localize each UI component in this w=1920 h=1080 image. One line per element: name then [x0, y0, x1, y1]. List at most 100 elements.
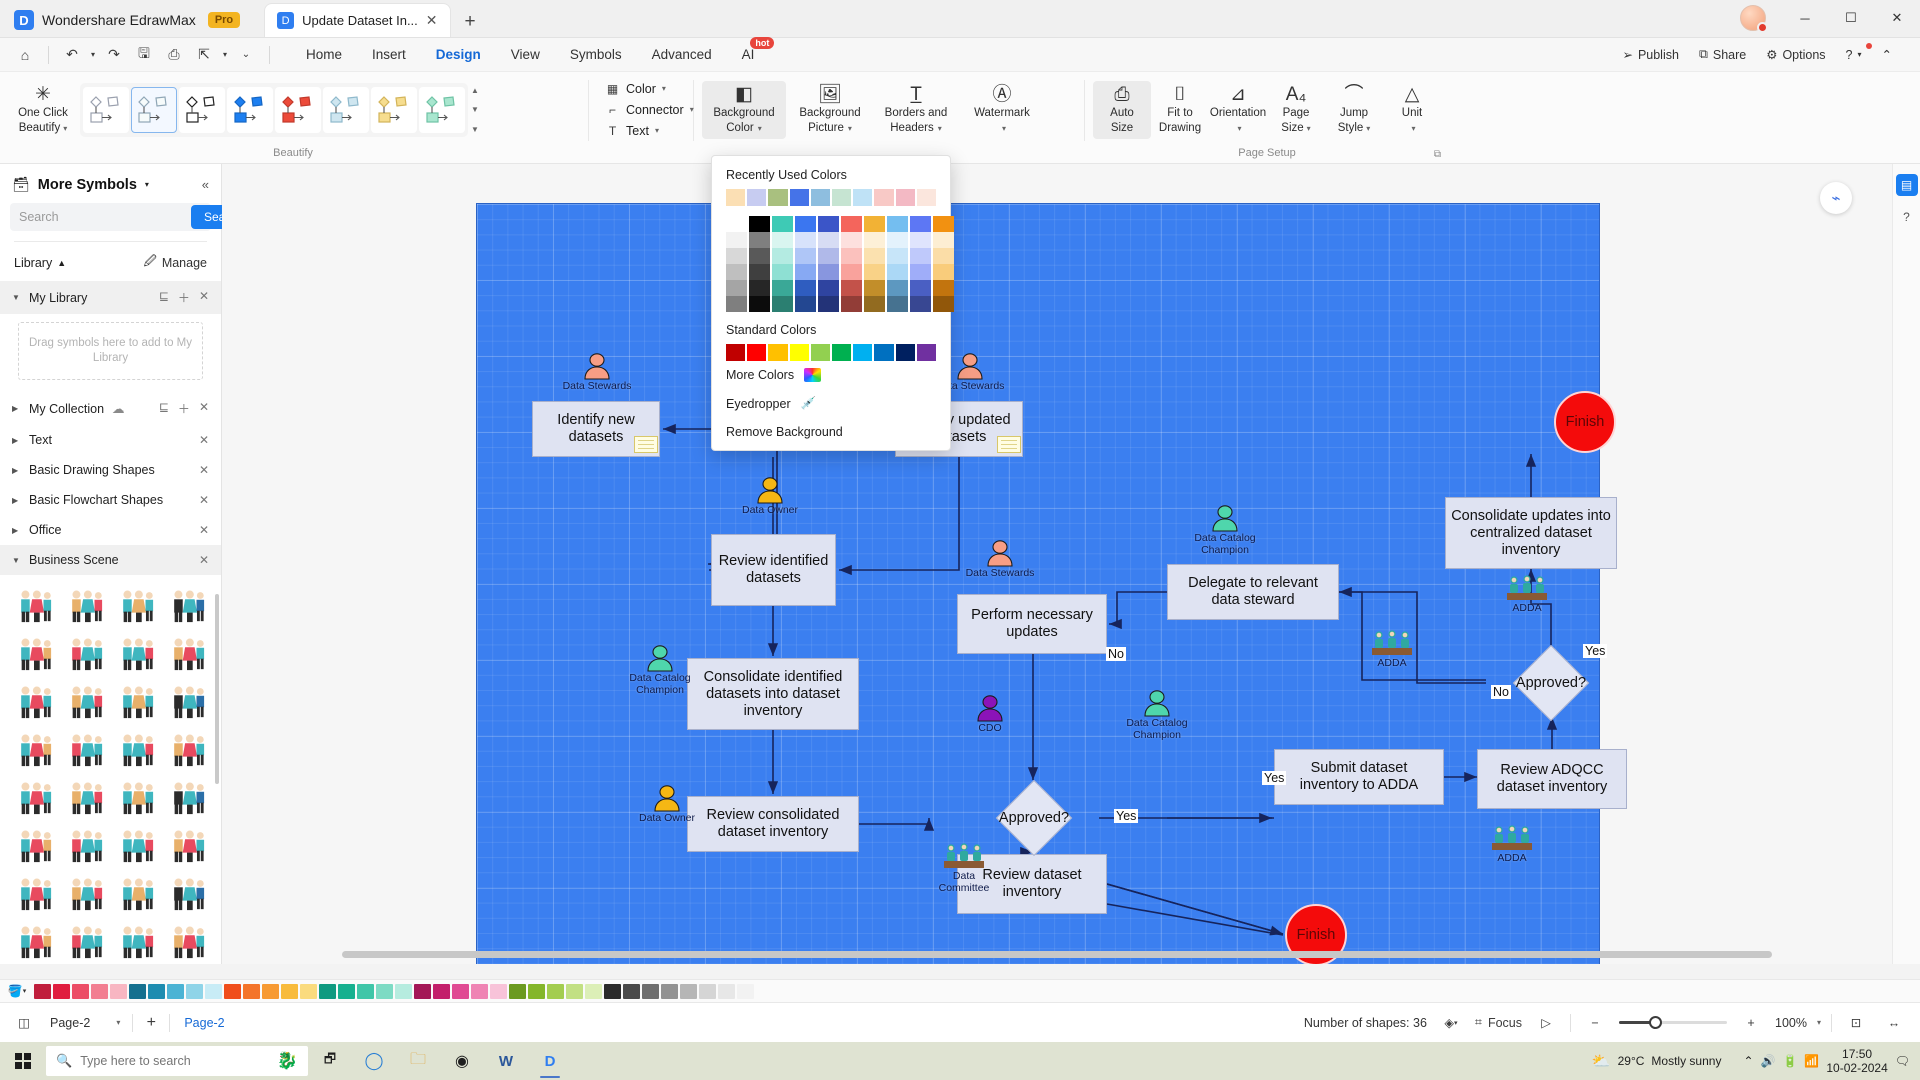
weather-description[interactable]: Mostly sunny	[1651, 1054, 1721, 1068]
zoom-slider-handle[interactable]	[1649, 1016, 1662, 1029]
export-dropdown-icon[interactable]: ▾	[219, 42, 231, 68]
zoom-in-button[interactable]: +	[1737, 1010, 1765, 1036]
business-scene-symbol[interactable]	[59, 581, 110, 629]
palette-color-37[interactable]	[718, 983, 735, 999]
palette-color-14[interactable]	[281, 983, 298, 999]
standard-color-swatch-6[interactable]	[832, 344, 852, 361]
page-view-icon[interactable]: ◫	[10, 1010, 38, 1036]
search-input[interactable]	[10, 210, 189, 224]
layers-icon[interactable]: ◈ ▾	[1437, 1010, 1465, 1036]
beautify-style-1[interactable]	[83, 86, 129, 133]
business-scene-symbol[interactable]	[59, 677, 110, 725]
business-scene-symbol[interactable]	[8, 869, 59, 917]
palette-color-31[interactable]	[604, 983, 621, 999]
weather-temperature[interactable]: 29°C	[1618, 1054, 1645, 1068]
sidebar-category-basic-flowchart-shapes[interactable]: ▶ Basic Flowchart Shapes ✕	[0, 485, 221, 515]
business-scene-symbol[interactable]	[111, 821, 162, 869]
chevron-right-icon[interactable]: ▶	[12, 526, 21, 535]
theme-color-swatch-7-1[interactable]	[864, 216, 885, 232]
flowchart-node-review-identified-datasets[interactable]: Review identified datasets	[711, 534, 836, 606]
chevron-up-icon[interactable]: ▲	[57, 258, 66, 268]
chevrons-left-icon[interactable]: «	[202, 177, 209, 192]
business-scene-symbol[interactable]	[59, 821, 110, 869]
one-click-beautify-button[interactable]: ✳ One Click Beautify ▾	[6, 81, 80, 139]
minimize-button[interactable]: ─	[1782, 0, 1828, 37]
theme-color-swatch-10-1[interactable]	[933, 216, 954, 232]
business-scene-symbol[interactable]	[59, 725, 110, 773]
document-tab[interactable]: D Update Dataset In... ✕	[264, 3, 451, 37]
theme-color-swatch-3-3[interactable]	[772, 248, 793, 264]
business-scene-symbol[interactable]	[162, 773, 213, 821]
business-scene-symbol[interactable]	[162, 725, 213, 773]
theme-color-swatch-6-1[interactable]	[841, 216, 862, 232]
chevron-down-icon[interactable]: ▾	[1237, 122, 1241, 135]
theme-color-swatch-6-5[interactable]	[841, 280, 862, 296]
theme-color-swatch-1-4[interactable]	[726, 264, 747, 280]
close-icon[interactable]: ✕	[199, 553, 209, 567]
chevron-down-icon[interactable]: ▾	[1411, 122, 1415, 135]
theme-color-swatch-5-3[interactable]	[818, 248, 839, 264]
chevron-right-icon[interactable]: ▶	[12, 496, 21, 505]
palette-color-33[interactable]	[642, 983, 659, 999]
palette-color-12[interactable]	[243, 983, 260, 999]
gallery-expand-icon[interactable]: ▼	[471, 123, 479, 136]
wifi-icon[interactable]: 📶	[1804, 1054, 1819, 1068]
palette-color-34[interactable]	[661, 983, 678, 999]
standard-color-swatch-7[interactable]	[853, 344, 873, 361]
chevron-down-icon[interactable]: ▼	[12, 556, 21, 565]
more-commands-icon[interactable]: ⌄	[231, 42, 261, 68]
palette-color-26[interactable]	[509, 983, 526, 999]
sticky-note-icon[interactable]	[634, 436, 658, 453]
background-color-button[interactable]: ◧ Background Color ▾	[702, 80, 786, 139]
flowchart-node-consolidate-identified[interactable]: Consolidate identified datasets into dat…	[687, 658, 859, 730]
recent-color-swatch-1[interactable]	[726, 189, 746, 206]
flowchart-node-review-dataset-inventory[interactable]: Review dataset inventory	[957, 854, 1107, 914]
flowchart-node-perform-necessary-updates[interactable]: Perform necessary updates	[957, 594, 1107, 654]
zoom-level-label[interactable]: 100%	[1775, 1016, 1807, 1030]
sidebar-category-basic-drawing-shapes[interactable]: ▶ Basic Drawing Shapes ✕	[0, 455, 221, 485]
right-rail-help-icon[interactable]: ?	[1896, 206, 1918, 228]
beautify-style-5[interactable]	[275, 86, 321, 133]
chevron-right-icon[interactable]: ▶	[12, 466, 21, 475]
jump-style-button[interactable]: ⌒ Jump Style ▾	[1325, 81, 1383, 139]
flowchart-node-consolidate-updates[interactable]: Consolidate updates into centralized dat…	[1445, 497, 1617, 569]
chevron-down-icon[interactable]: ▾	[1366, 122, 1370, 135]
gallery-scroll-up-icon[interactable]: ▲	[471, 84, 479, 97]
palette-color-8[interactable]	[167, 983, 184, 999]
standard-color-swatch-8[interactable]	[874, 344, 894, 361]
ribbon-tab-design[interactable]: Design	[422, 41, 495, 74]
edge-browser-icon[interactable]: ◯	[352, 1042, 396, 1080]
chevron-right-icon[interactable]: ▶	[12, 404, 21, 413]
battery-icon[interactable]: 🔋	[1782, 1054, 1797, 1068]
theme-color-swatch-2-6[interactable]	[749, 296, 770, 312]
play-icon[interactable]: ▷	[1532, 1010, 1560, 1036]
theme-color-swatch-9-2[interactable]	[910, 232, 931, 248]
background-picture-button[interactable]: 🖼 Background Picture ▾	[788, 81, 872, 139]
palette-color-24[interactable]	[471, 983, 488, 999]
palette-color-21[interactable]	[414, 983, 431, 999]
chevron-down-icon[interactable]: ▾	[848, 122, 852, 135]
sidebar-category-text[interactable]: ▶ Text ✕	[0, 425, 221, 455]
standard-color-swatch-5[interactable]	[810, 344, 831, 361]
business-scene-symbol[interactable]	[162, 629, 213, 677]
ribbon-tab-view[interactable]: View	[497, 41, 554, 68]
business-scene-symbol[interactable]	[162, 581, 213, 629]
standard-color-swatch-3[interactable]	[768, 344, 788, 361]
standard-color-swatch-4[interactable]	[789, 344, 809, 361]
business-scene-symbol[interactable]	[111, 581, 162, 629]
palette-color-18[interactable]	[357, 983, 374, 999]
taskbar-search[interactable]: 🔍 🐉	[46, 1046, 308, 1076]
word-icon[interactable]: W	[484, 1042, 528, 1080]
flowchart-node-submit-dataset-inventory[interactable]: Submit dataset inventory to ADDA	[1274, 749, 1444, 805]
palette-color-10[interactable]	[205, 983, 222, 999]
page-setup-dialog-launcher[interactable]: ⧉	[1434, 149, 1441, 160]
recent-color-swatch-3[interactable]	[768, 189, 788, 206]
fit-to-drawing-button[interactable]: ⌷ Fit to Drawing	[1151, 81, 1209, 139]
palette-color-20[interactable]	[395, 983, 412, 999]
collapse-ribbon-button[interactable]: ⌃	[1874, 43, 1900, 66]
ribbon-tab-advanced[interactable]: Advanced	[638, 41, 726, 68]
business-scene-symbol[interactable]	[111, 869, 162, 917]
theme-color-swatch-2-3[interactable]	[749, 248, 770, 264]
page-size-button[interactable]: A₄ Page Size ▾	[1267, 81, 1325, 139]
theme-color-swatch-4-1[interactable]	[795, 216, 816, 232]
